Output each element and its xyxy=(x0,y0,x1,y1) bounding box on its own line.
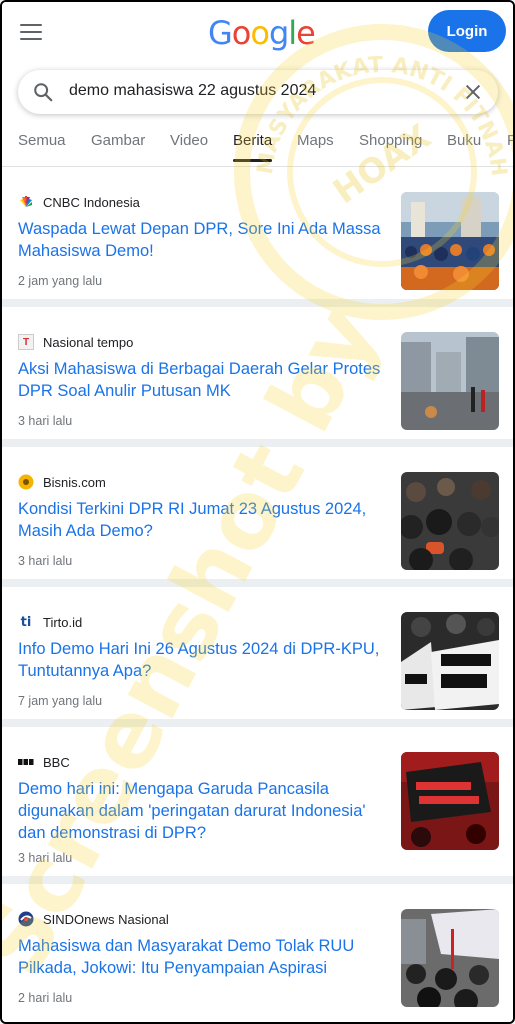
news-card[interactable]: ti Tirto.id Info Demo Hari Ini 26 Agustu… xyxy=(2,587,513,727)
news-title-link[interactable]: Mahasiswa dan Masyarakat Demo Tolak RUU … xyxy=(18,935,388,979)
source-name: CNBC Indonesia xyxy=(43,194,140,210)
news-title-link[interactable]: Kondisi Terkini DPR RI Jumat 23 Agustus … xyxy=(18,498,388,542)
close-icon[interactable] xyxy=(462,81,484,103)
tab-maps[interactable]: Maps xyxy=(297,132,334,149)
login-button[interactable]: Login xyxy=(428,10,506,52)
news-title-link[interactable]: Waspada Lewat Depan DPR, Sore Ini Ada Ma… xyxy=(18,218,388,262)
tab-berita[interactable]: Berita xyxy=(233,132,273,162)
news-card[interactable]: Bisnis.com Kondisi Terkini DPR RI Jumat … xyxy=(2,447,513,587)
news-time: 3 hari lalu xyxy=(18,554,73,568)
source-name: Nasional tempo xyxy=(43,334,134,350)
news-title-link[interactable]: Info Demo Hari Ini 26 Agustus 2024 di DP… xyxy=(18,638,388,682)
source-name: Tirto.id xyxy=(43,614,83,630)
news-time: 7 jam yang lalu xyxy=(18,694,103,708)
source-name: BBC xyxy=(43,754,70,770)
bisnis-icon xyxy=(18,474,34,490)
source-name: SINDOnews Nasional xyxy=(43,911,169,927)
tab-shopping[interactable]: Shopping xyxy=(359,132,422,149)
news-card[interactable]: CNBC Indonesia Waspada Lewat Depan DPR, … xyxy=(2,167,513,307)
news-card[interactable]: T Nasional tempo Aksi Mahasiswa di Berba… xyxy=(2,307,513,447)
news-thumbnail[interactable] xyxy=(401,472,499,570)
tab-more[interactable]: P xyxy=(507,132,513,149)
news-time: 2 hari lalu xyxy=(18,991,73,1005)
search-icon[interactable] xyxy=(32,81,54,103)
news-thumbnail[interactable] xyxy=(401,332,499,430)
google-logo[interactable]: Google xyxy=(208,14,316,52)
search-input[interactable]: demo mahasiswa 22 agustus 2024 xyxy=(69,82,316,100)
tempo-t-icon: T xyxy=(18,334,34,350)
tab-semua[interactable]: Semua xyxy=(18,132,66,149)
logo-letter: e xyxy=(296,14,316,52)
news-source: CNBC Indonesia xyxy=(18,194,140,210)
news-time: 3 hari lalu xyxy=(18,851,73,865)
logo-letter: g xyxy=(268,14,289,52)
sindonews-icon xyxy=(18,911,34,927)
news-thumbnail[interactable] xyxy=(401,909,499,1007)
top-bar: Google Login xyxy=(2,2,513,62)
bbc-icon xyxy=(18,759,34,765)
hamburger-menu-icon[interactable] xyxy=(20,24,42,42)
search-tabs: Semua Gambar Video Berita Maps Shopping … xyxy=(2,120,513,167)
news-source: T Nasional tempo xyxy=(18,334,133,350)
news-source: SINDOnews Nasional xyxy=(18,911,169,927)
news-results: CNBC Indonesia Waspada Lewat Depan DPR, … xyxy=(2,167,513,1022)
news-time: 3 hari lalu xyxy=(18,414,73,428)
tab-buku[interactable]: Buku xyxy=(447,132,481,149)
logo-letter: o xyxy=(250,14,270,52)
news-thumbnail[interactable] xyxy=(401,192,499,290)
tab-video[interactable]: Video xyxy=(170,132,208,149)
logo-letter: G xyxy=(208,14,233,52)
source-name: Bisnis.com xyxy=(43,474,106,490)
news-title-link[interactable]: Aksi Mahasiswa di Berbagai Daerah Gelar … xyxy=(18,358,388,402)
search-bar[interactable]: demo mahasiswa 22 agustus 2024 xyxy=(18,70,498,114)
news-thumbnail[interactable] xyxy=(401,752,499,850)
news-time: 2 jam yang lalu xyxy=(18,274,103,288)
news-thumbnail[interactable] xyxy=(401,612,499,710)
mobile-frame: Google Login demo mahasiswa 22 agustus 2… xyxy=(0,0,515,1024)
news-title-link[interactable]: Demo hari ini: Mengapa Garuda Pancasila … xyxy=(18,778,388,844)
news-source: Bisnis.com xyxy=(18,474,106,490)
news-source: ti Tirto.id xyxy=(18,614,83,630)
nbc-peacock-icon xyxy=(20,196,32,207)
logo-letter: l xyxy=(288,14,297,52)
tirto-icon: ti xyxy=(20,614,32,630)
tab-gambar[interactable]: Gambar xyxy=(91,132,145,149)
news-card[interactable]: BBC Demo hari ini: Mengapa Garuda Pancas… xyxy=(2,727,513,884)
news-card[interactable]: SINDOnews Nasional Mahasiswa dan Masyara… xyxy=(2,884,513,1022)
logo-letter: o xyxy=(231,14,252,52)
news-source: BBC xyxy=(18,754,70,770)
